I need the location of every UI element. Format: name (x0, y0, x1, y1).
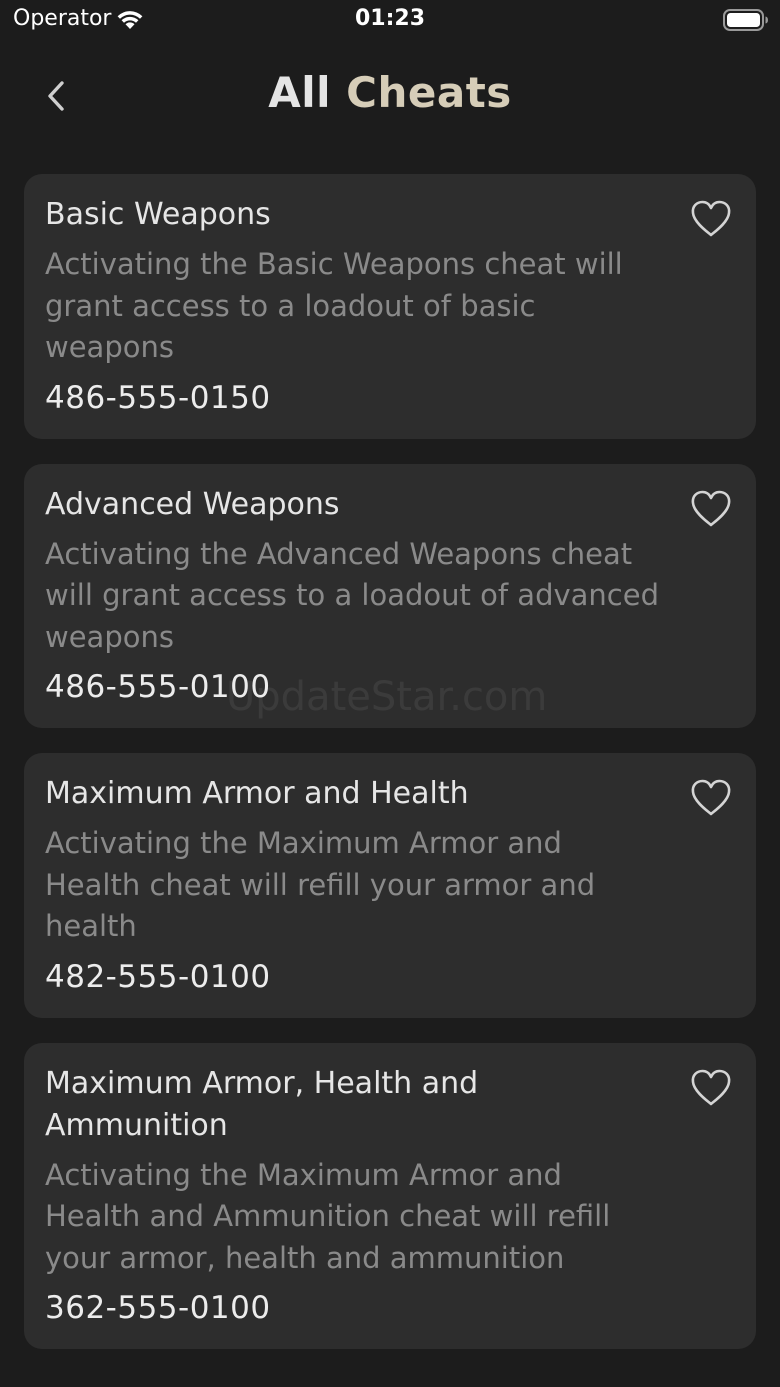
heart-icon (691, 490, 731, 526)
favorite-button[interactable] (688, 1067, 734, 1109)
favorite-button[interactable] (688, 198, 734, 240)
cheat-card[interactable]: Basic Weapons Activating the Basic Weapo… (24, 174, 756, 439)
cheat-description: Activating the Basic Weapons cheat will … (45, 247, 623, 364)
cheat-code: 486-555-0100 (45, 669, 271, 705)
status-time: 01:23 (354, 6, 426, 31)
navigation-bar: All Cheats (0, 50, 780, 140)
cheat-code: 362-555-0100 (45, 1290, 271, 1326)
cheat-title: Maximum Armor, Health and Ammunition (45, 1065, 479, 1143)
cheat-title: Maximum Armor and Health (45, 776, 469, 811)
cheat-description: Activating the Advanced Weapons cheat wi… (45, 536, 659, 654)
cheat-code: 486-555-0150 (45, 379, 271, 416)
cheat-code: 482-555-0100 (45, 958, 271, 995)
cheat-card[interactable]: Maximum Armor and Health Activating the … (24, 753, 756, 1018)
cheat-list: Basic Weapons Activating the Basic Weapo… (24, 174, 756, 1374)
battery-icon (723, 9, 768, 31)
screen: Operator 01:23 All Cheats Basic Weapons … (0, 0, 780, 1387)
cheat-title: Advanced Weapons (45, 486, 340, 522)
favorite-button[interactable] (688, 488, 734, 530)
cheat-card[interactable]: Advanced Weapons Activating the Advanced… (24, 463, 756, 728)
cheat-title: Basic Weapons (45, 197, 271, 232)
cheat-card[interactable]: Maximum Armor, Health and Ammunition Act… (24, 1042, 756, 1349)
heart-icon (691, 200, 731, 237)
cheat-description: Activating the Maximum Armor and Health … (45, 826, 596, 943)
page-title-part1: All (268, 68, 347, 117)
page-title-part2: Cheats (346, 68, 512, 117)
heart-icon (691, 779, 731, 816)
status-bar: Operator 01:23 (0, 0, 780, 40)
page-title: All Cheats (0, 68, 780, 117)
favorite-button[interactable] (688, 777, 734, 819)
heart-icon (691, 1069, 731, 1105)
cheat-description: Activating the Maximum Armor and Health … (45, 1157, 611, 1275)
